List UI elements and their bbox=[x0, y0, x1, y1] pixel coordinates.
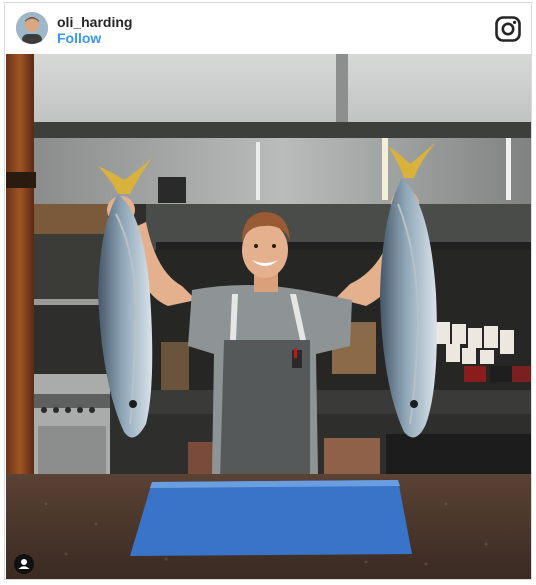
user-tag-button[interactable] bbox=[14, 554, 34, 574]
avatar-image bbox=[16, 12, 48, 44]
avatar[interactable] bbox=[16, 12, 48, 44]
kitchen-chef-photo bbox=[6, 54, 531, 579]
post-photo[interactable] bbox=[6, 54, 531, 579]
username-link[interactable]: oli_harding bbox=[57, 14, 132, 30]
user-tag-icon bbox=[18, 559, 30, 569]
post-header: oli_harding Follow bbox=[5, 3, 531, 54]
follow-button[interactable]: Follow bbox=[57, 30, 101, 46]
instagram-icon[interactable] bbox=[495, 16, 521, 42]
instagram-post-card: oli_harding Follow bbox=[4, 2, 532, 580]
